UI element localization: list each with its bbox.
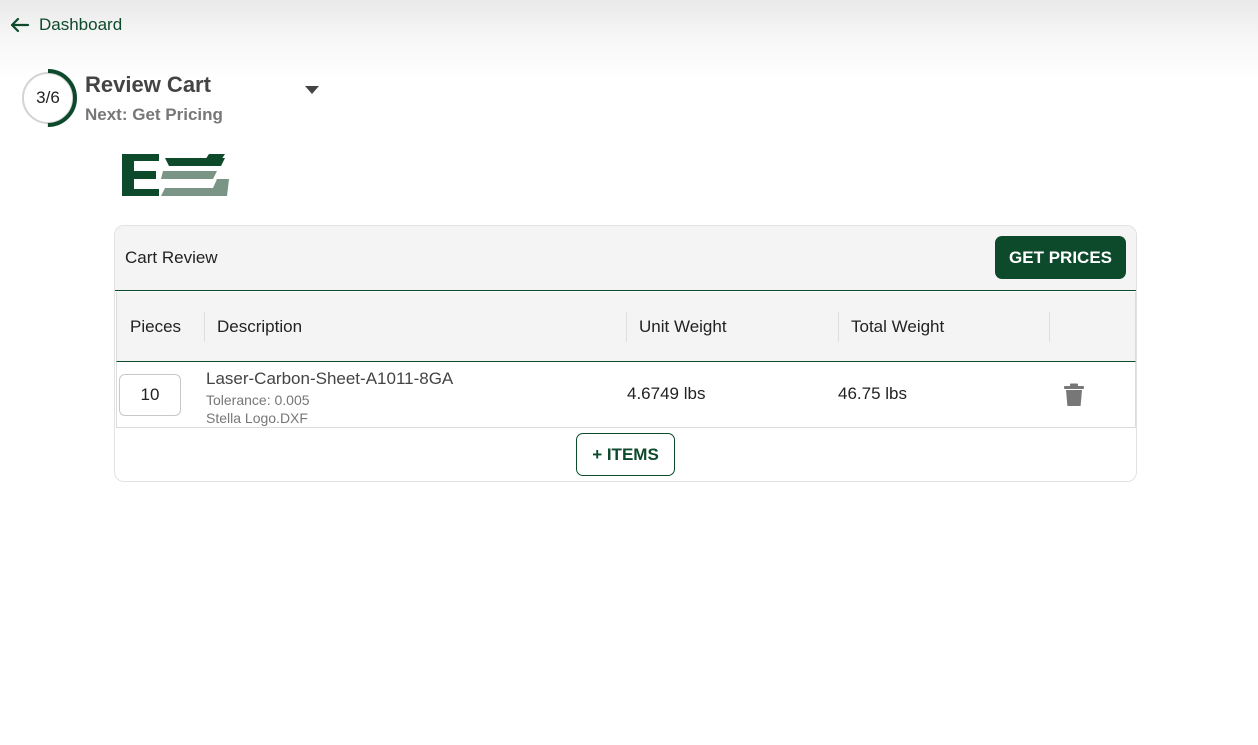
column-divider (1049, 312, 1050, 342)
get-prices-button[interactable]: GET PRICES (995, 236, 1126, 279)
back-to-dashboard-link[interactable]: Dashboard (10, 13, 122, 37)
item-total-weight: 46.75 lbs (838, 384, 907, 403)
back-link-label: Dashboard (39, 15, 123, 34)
cart-review-card: Cart Review GET PRICES Pieces Descriptio… (114, 225, 1137, 482)
column-header-description: Description (217, 317, 303, 336)
top-bar (0, 0, 1258, 80)
column-divider (626, 312, 627, 342)
pieces-input[interactable] (119, 374, 181, 416)
item-file-name: Stella Logo.DXF (206, 410, 308, 426)
next-step-label: Next: Get Pricing (85, 105, 223, 124)
card-title: Cart Review (125, 248, 218, 267)
column-header-unit-weight: Unit Weight (639, 317, 727, 336)
table-row: Laser-Carbon-Sheet-A1011-8GA Tolerance: … (116, 362, 1136, 428)
column-divider (838, 312, 839, 342)
card-header: Cart Review GET PRICES (115, 226, 1136, 291)
item-description: Laser-Carbon-Sheet-A1011-8GA (206, 369, 454, 388)
checkout-stepper: 3/6 Review Cart Next: Get Pricing (19, 69, 329, 129)
trash-icon[interactable] (1064, 383, 1084, 407)
company-logo (122, 154, 229, 196)
column-header-pieces: Pieces (130, 317, 182, 336)
column-divider (204, 312, 205, 342)
column-header-total-weight: Total Weight (851, 317, 945, 336)
step-title: Review Cart (85, 72, 211, 97)
arrow-left-icon (10, 17, 30, 33)
item-unit-weight: 4.6749 lbs (627, 384, 706, 403)
item-tolerance: Tolerance: 0.005 (206, 392, 310, 408)
add-items-button[interactable]: + ITEMS (576, 433, 675, 476)
table-header: Pieces Description Unit Weight Total Wei… (116, 292, 1136, 362)
caret-down-icon[interactable] (303, 83, 321, 97)
step-progress-text: 3/6 (36, 88, 60, 107)
